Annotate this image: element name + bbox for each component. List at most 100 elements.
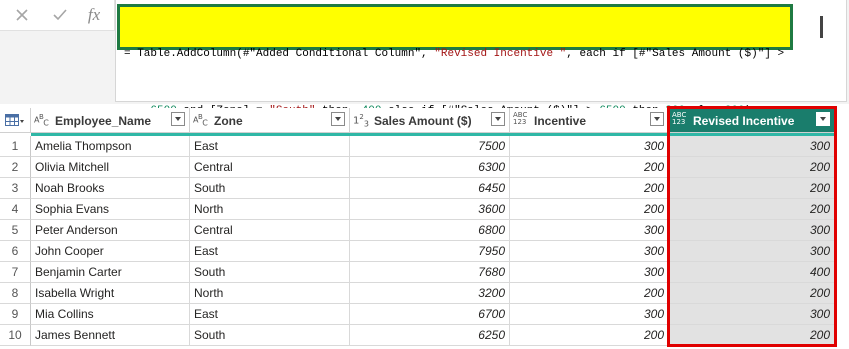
row-number-cell[interactable]: 7 bbox=[0, 262, 31, 283]
formula-line-1-token: , each if [#"Sales Amount ($)"] > bbox=[566, 48, 791, 60]
zone-cell[interactable]: East bbox=[190, 136, 350, 157]
incentive-cell[interactable]: 200 bbox=[510, 178, 669, 199]
employee-name-cell[interactable]: Isabella Wright bbox=[31, 283, 190, 304]
number-type-icon[interactable]: 123 bbox=[353, 113, 369, 128]
sales-amount-cell[interactable]: 6800 bbox=[350, 220, 510, 241]
sales-amount-cell[interactable]: 7500 bbox=[350, 136, 510, 157]
sales-amount-cell[interactable]: 7950 bbox=[350, 241, 510, 262]
employee-name-cell[interactable]: Benjamin Carter bbox=[31, 262, 190, 283]
column-header-label: Sales Amount ($) bbox=[374, 114, 472, 128]
revised-incentive-cell[interactable]: 200 bbox=[669, 199, 835, 220]
column-header-label: Incentive bbox=[534, 114, 587, 128]
column-header-zone[interactable]: ABC Zone bbox=[190, 108, 350, 133]
zone-cell[interactable]: North bbox=[190, 283, 350, 304]
table-row: 3 Noah Brooks South 6450 200 200 bbox=[0, 178, 849, 199]
table-row: 8 Isabella Wright North 3200 200 200 bbox=[0, 283, 849, 304]
any-type-icon[interactable]: ABC 123 bbox=[513, 112, 531, 126]
chevron-down-icon[interactable] bbox=[171, 112, 185, 126]
employee-name-cell[interactable]: Peter Anderson bbox=[31, 220, 190, 241]
incentive-cell[interactable]: 200 bbox=[510, 199, 669, 220]
incentive-cell[interactable]: 300 bbox=[510, 262, 669, 283]
sales-amount-cell[interactable]: 3200 bbox=[350, 283, 510, 304]
formula-line-1-token: "Revised Incentive " bbox=[434, 48, 567, 60]
sales-amount-cell[interactable]: 3600 bbox=[350, 199, 510, 220]
sales-amount-cell[interactable]: 7680 bbox=[350, 262, 510, 283]
table-icon bbox=[5, 114, 24, 126]
row-number-cell[interactable]: 6 bbox=[0, 241, 31, 262]
revised-incentive-cell[interactable]: 300 bbox=[669, 136, 835, 157]
table-row: 10 James Bennett South 6250 200 200 bbox=[0, 325, 849, 346]
chevron-down-icon[interactable] bbox=[650, 112, 664, 126]
row-number-cell[interactable]: 9 bbox=[0, 304, 31, 325]
revised-incentive-cell[interactable]: 300 bbox=[669, 241, 835, 262]
employee-name-cell[interactable]: John Cooper bbox=[31, 241, 190, 262]
formula-bar-collapse-handle[interactable] bbox=[820, 16, 823, 38]
employee-name-cell[interactable]: Mia Collins bbox=[31, 304, 190, 325]
sales-amount-cell[interactable]: 6300 bbox=[350, 157, 510, 178]
table-row: 2 Olivia Mitchell Central 6300 200 200 bbox=[0, 157, 849, 178]
table-menu-button[interactable] bbox=[0, 108, 31, 133]
sales-amount-cell[interactable]: 6250 bbox=[350, 325, 510, 346]
zone-cell[interactable]: East bbox=[190, 304, 350, 325]
column-header-revised-incentive[interactable]: ABC 123 Revised Incentive bbox=[669, 108, 835, 133]
text-type-icon[interactable]: ABC bbox=[34, 113, 49, 127]
zone-cell[interactable]: South bbox=[190, 325, 350, 346]
column-header-sales-amount[interactable]: 123 Sales Amount ($) bbox=[350, 108, 510, 133]
incentive-cell[interactable]: 300 bbox=[510, 241, 669, 262]
incentive-cell[interactable]: 200 bbox=[510, 283, 669, 304]
formula-line-1: = Table.AddColumn(#"Added Conditional Co… bbox=[124, 45, 790, 64]
row-number-cell[interactable]: 10 bbox=[0, 325, 31, 346]
revised-incentive-cell[interactable]: 200 bbox=[669, 283, 835, 304]
revised-incentive-cell[interactable]: 300 bbox=[669, 220, 835, 241]
table-row: 5 Peter Anderson Central 6800 300 300 bbox=[0, 220, 849, 241]
employee-name-cell[interactable]: Olivia Mitchell bbox=[31, 157, 190, 178]
incentive-cell[interactable]: 200 bbox=[510, 325, 669, 346]
revised-incentive-cell[interactable]: 300 bbox=[669, 304, 835, 325]
revised-incentive-cell[interactable]: 200 bbox=[669, 157, 835, 178]
chevron-down-icon[interactable] bbox=[816, 112, 830, 126]
row-number-cell[interactable]: 4 bbox=[0, 199, 31, 220]
zone-cell[interactable]: South bbox=[190, 178, 350, 199]
employee-name-cell[interactable]: Amelia Thompson bbox=[31, 136, 190, 157]
employee-name-cell[interactable]: Noah Brooks bbox=[31, 178, 190, 199]
table-row: 1 Amelia Thompson East 7500 300 300 bbox=[0, 136, 849, 157]
fx-icon[interactable]: fx bbox=[76, 0, 112, 30]
zone-cell[interactable]: Central bbox=[190, 157, 350, 178]
sales-amount-cell[interactable]: 6450 bbox=[350, 178, 510, 199]
row-number-cell[interactable]: 5 bbox=[0, 220, 31, 241]
revised-incentive-cell[interactable]: 200 bbox=[669, 178, 835, 199]
table-row: 9 Mia Collins East 6700 300 300 bbox=[0, 304, 849, 325]
employee-name-cell[interactable]: Sophia Evans bbox=[31, 199, 190, 220]
revised-incentive-cell[interactable]: 400 bbox=[669, 262, 835, 283]
zone-cell[interactable]: South bbox=[190, 262, 350, 283]
row-number-cell[interactable]: 3 bbox=[0, 178, 31, 199]
column-header-incentive[interactable]: ABC 123 Incentive bbox=[510, 108, 669, 133]
any-type-icon[interactable]: ABC 123 bbox=[672, 112, 690, 126]
zone-cell[interactable]: East bbox=[190, 241, 350, 262]
incentive-cell[interactable]: 300 bbox=[510, 220, 669, 241]
text-type-icon[interactable]: ABC bbox=[193, 113, 208, 127]
column-header-label: Revised Incentive bbox=[693, 114, 795, 128]
revised-incentive-cell[interactable]: 200 bbox=[669, 325, 835, 346]
formula-text[interactable]: = Table.AddColumn(#"Added Conditional Co… bbox=[117, 4, 793, 117]
sales-amount-cell[interactable]: 6700 bbox=[350, 304, 510, 325]
column-header-label: Employee_Name bbox=[55, 114, 152, 128]
table-row: 7 Benjamin Carter South 7680 300 400 bbox=[0, 262, 849, 283]
zone-cell[interactable]: Central bbox=[190, 220, 350, 241]
zone-cell[interactable]: North bbox=[190, 199, 350, 220]
check-icon[interactable] bbox=[42, 0, 78, 30]
incentive-cell[interactable]: 300 bbox=[510, 136, 669, 157]
formula-bar-buttons: fx bbox=[0, 0, 115, 31]
incentive-cell[interactable]: 200 bbox=[510, 157, 669, 178]
chevron-down-icon[interactable] bbox=[491, 112, 505, 126]
employee-name-cell[interactable]: James Bennett bbox=[31, 325, 190, 346]
chevron-down-icon[interactable] bbox=[331, 112, 345, 126]
row-number-cell[interactable]: 1 bbox=[0, 136, 31, 157]
close-icon[interactable] bbox=[4, 0, 40, 30]
incentive-cell[interactable]: 300 bbox=[510, 304, 669, 325]
column-header-employee-name[interactable]: ABC Employee_Name bbox=[31, 108, 190, 133]
table-row: 6 John Cooper East 7950 300 300 bbox=[0, 241, 849, 262]
formula-bar-area: fx = Table.AddColumn(#"Added Conditional… bbox=[0, 0, 849, 117]
row-number-cell[interactable]: 8 bbox=[0, 283, 31, 304]
row-number-cell[interactable]: 2 bbox=[0, 157, 31, 178]
